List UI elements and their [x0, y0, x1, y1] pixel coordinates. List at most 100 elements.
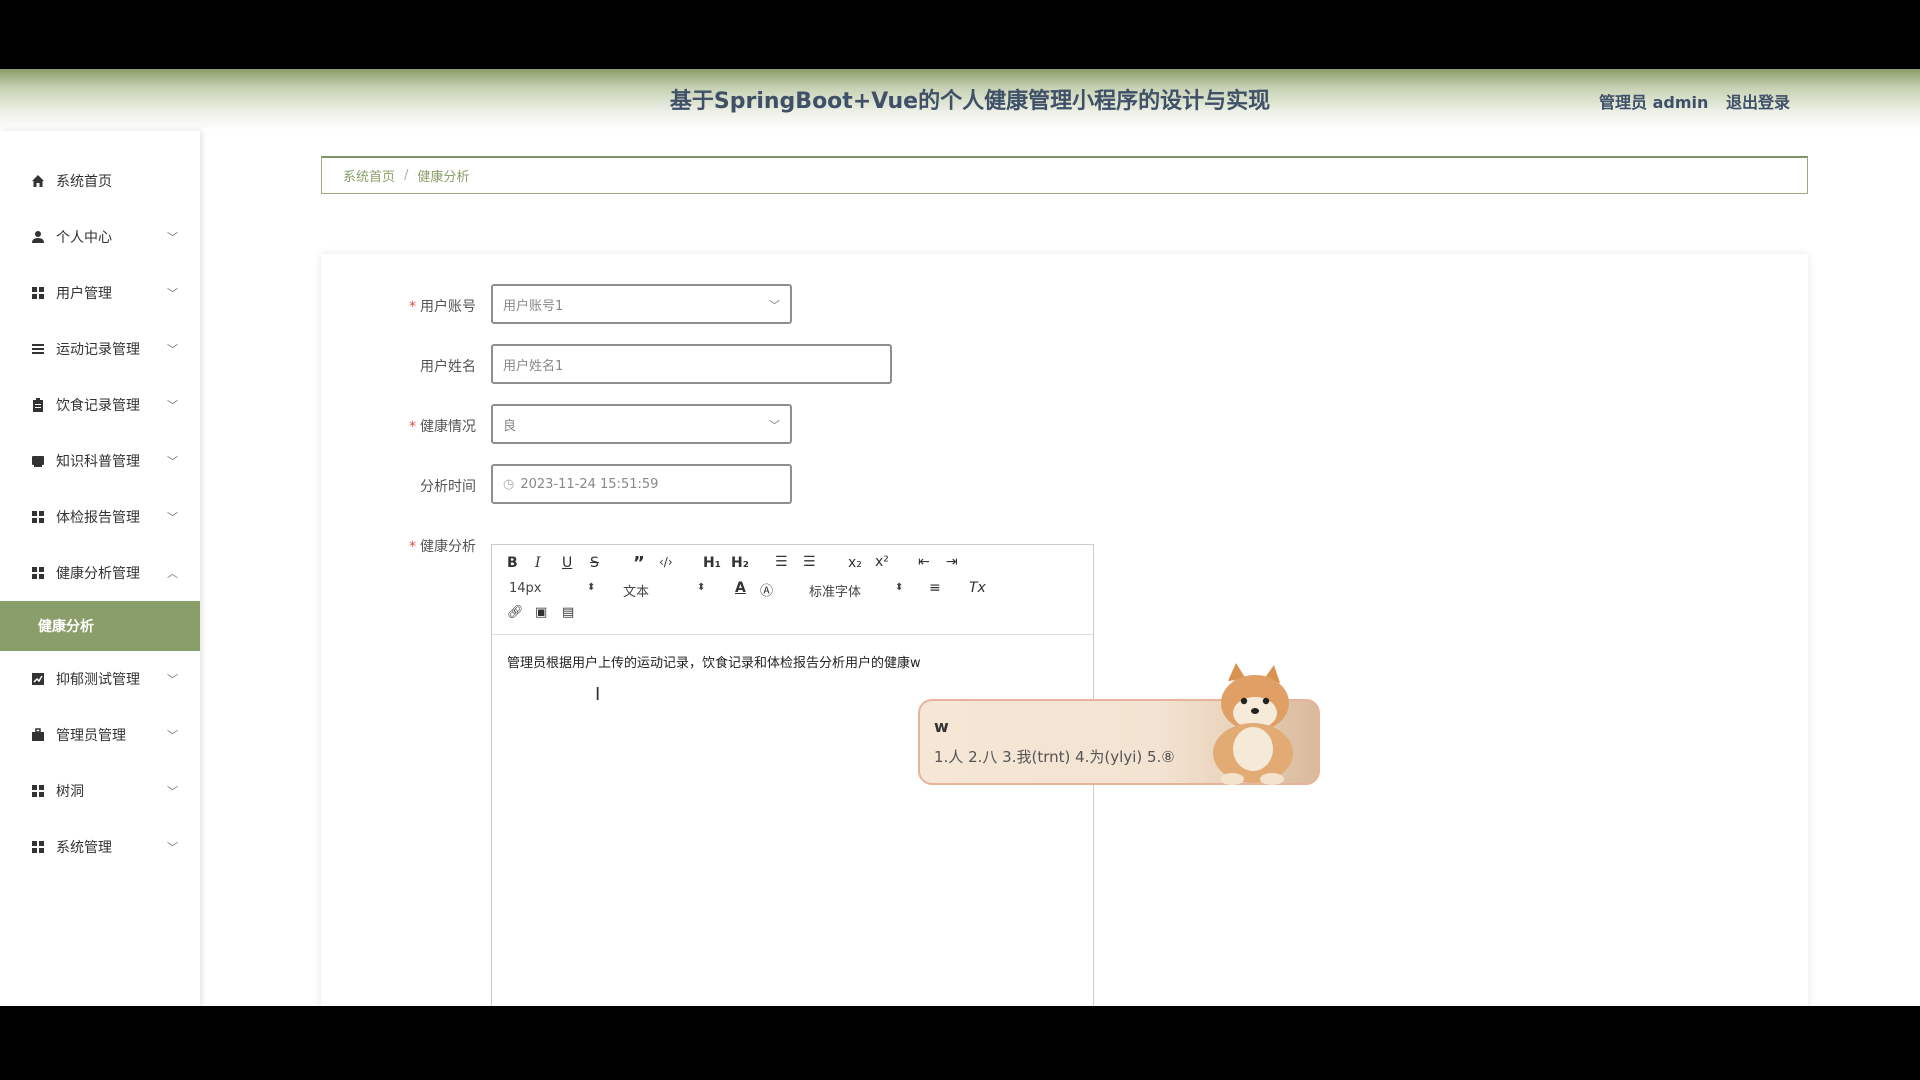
- book-icon: [30, 453, 46, 469]
- strikethrough-icon[interactable]: S: [590, 555, 599, 571]
- sidebar-item-label: 饮食记录管理: [56, 398, 140, 414]
- sidebar-item-system[interactable]: 系统管理 ﹀: [0, 819, 200, 875]
- chevron-down-icon: ﹀: [769, 419, 780, 432]
- sidebar-item-home[interactable]: 系统首页: [0, 153, 200, 209]
- ime-input-text: w: [934, 717, 949, 736]
- grid-icon: [30, 509, 46, 525]
- sidebar-item-label: 健康分析管理: [56, 566, 140, 582]
- breadcrumb-home[interactable]: 系统首页: [343, 166, 395, 185]
- breadcrumb: 系统首页 / 健康分析: [321, 156, 1808, 194]
- sidebar-item-label: 抑郁测试管理: [56, 672, 140, 688]
- outdent-icon[interactable]: ⇤: [918, 554, 930, 570]
- chevron-down-icon: ﹀: [167, 231, 178, 244]
- sidebar-subitem-health-analysis[interactable]: 健康分析: [0, 601, 200, 651]
- sidebar-item-label: 系统首页: [56, 174, 112, 190]
- editor-toolbar: B I U S ” ‹/› H₁ H₂ ☰ ☰ x₂ x² ⇤ ⇥ 14px ⬍ …: [492, 545, 1093, 635]
- chevron-down-icon: ﹀: [769, 299, 780, 312]
- name-label: 用户姓名: [420, 359, 476, 375]
- list-icon: [30, 341, 46, 357]
- chevron-down-icon: ﹀: [167, 673, 178, 686]
- blockquote-icon[interactable]: ”: [633, 553, 645, 574]
- clear-format-icon[interactable]: Tx: [969, 580, 986, 596]
- bullet-list-icon[interactable]: ☰: [803, 554, 816, 570]
- ordered-list-icon[interactable]: ☰: [775, 554, 788, 570]
- chevron-down-icon: ﹀: [167, 729, 178, 742]
- briefcase-icon: [30, 727, 46, 743]
- font-color-icon[interactable]: A: [735, 580, 746, 596]
- sidebar-item-label: 体检报告管理: [56, 510, 140, 526]
- breadcrumb-separator: /: [404, 168, 409, 183]
- code-icon[interactable]: ‹/›: [659, 555, 673, 569]
- health-select[interactable]: 良 ﹀: [491, 404, 792, 444]
- sidebar-item-admins[interactable]: 管理员管理 ﹀: [0, 707, 200, 763]
- sidebar-item-label: 运动记录管理: [56, 342, 140, 358]
- image-icon[interactable]: ▣: [535, 605, 547, 620]
- chevron-up-icon: ︿: [167, 567, 178, 580]
- name-input[interactable]: 用户姓名1: [491, 344, 892, 384]
- analysis-label: * 健康分析: [409, 539, 476, 555]
- sidebar-item-exercise[interactable]: 运动记录管理 ﹀: [0, 321, 200, 377]
- clock-icon: ◷: [503, 476, 515, 492]
- indent-icon[interactable]: ⇥: [946, 554, 958, 570]
- chevron-down-icon: ﹀: [167, 399, 178, 412]
- chevron-down-icon: ﹀: [167, 511, 178, 524]
- sidebar-item-label: 树洞: [56, 784, 84, 800]
- user-icon: [30, 229, 46, 245]
- home-icon: [30, 173, 46, 189]
- sidebar-item-health-analysis[interactable]: 健康分析管理 ︿: [0, 545, 200, 601]
- bold-icon[interactable]: B: [507, 555, 518, 571]
- video-icon[interactable]: ▤: [562, 605, 574, 620]
- background-color-icon[interactable]: Ⓐ: [760, 580, 773, 599]
- text-cursor-icon: I: [595, 684, 601, 705]
- sidebar-item-knowledge[interactable]: 知识科普管理 ﹀: [0, 433, 200, 489]
- form-card: * 用户账号 用户账号1 ﹀ 用户姓名 用户姓名1 * 健康情况 良 ﹀ 分析时间 …: [321, 254, 1808, 1006]
- underline-icon[interactable]: U: [562, 555, 572, 571]
- superscript-icon[interactable]: x²: [875, 554, 889, 570]
- italic-icon[interactable]: I: [535, 555, 541, 571]
- ime-candidate-window: w 1.人 2.八 3.我(trnt) 4.为(ylyi) 5.⑧: [918, 663, 1320, 785]
- chart-icon: [30, 671, 46, 687]
- sidebar-item-label: 管理员管理: [56, 728, 126, 744]
- header-select[interactable]: 文本 ⬍: [623, 581, 705, 600]
- account-label: * 用户账号: [409, 299, 476, 315]
- grid-icon: [30, 783, 46, 799]
- health-label: * 健康情况: [409, 419, 476, 435]
- grid-icon: [30, 839, 46, 855]
- align-icon[interactable]: ≡: [929, 580, 941, 596]
- top-bar: 基于SpringBoot+Vue的个人健康管理小程序的设计与实现 管理员 adm…: [0, 69, 1920, 131]
- sidebar-item-checkup[interactable]: 体检报告管理 ﹀: [0, 489, 200, 545]
- sidebar-item-profile[interactable]: 个人中心 ﹀: [0, 209, 200, 265]
- breadcrumb-current: 健康分析: [417, 170, 470, 185]
- account-select[interactable]: 用户账号1 ﹀: [491, 284, 792, 324]
- font-family-select[interactable]: 标准字体 ⬍: [809, 581, 903, 600]
- logout-link[interactable]: 退出登录: [1726, 93, 1790, 112]
- sidebar-item-users[interactable]: 用户管理 ﹀: [0, 265, 200, 321]
- sidebar-item-depression-test[interactable]: 抑郁测试管理 ﹀: [0, 651, 200, 707]
- subscript-icon[interactable]: x₂: [848, 555, 862, 571]
- user-area: 管理员 admin 退出登录: [1599, 89, 1790, 113]
- sidebar-item-treehole[interactable]: 树洞 ﹀: [0, 763, 200, 819]
- heading2-icon[interactable]: H₂: [731, 555, 749, 571]
- ime-candidates[interactable]: 1.人 2.八 3.我(trnt) 4.为(ylyi) 5.⑧: [934, 746, 1175, 767]
- updown-icon: ⬍: [895, 582, 904, 593]
- time-picker[interactable]: ◷ 2023-11-24 15:51:59: [491, 464, 792, 504]
- sidebar: 系统首页 个人中心 ﹀ 用户管理 ﹀ 运动记录管理 ﹀ 饮食记录管理 ﹀ 知识科…: [0, 131, 200, 1006]
- font-size-select[interactable]: 14px ⬍: [509, 581, 595, 596]
- grid-icon: [30, 285, 46, 301]
- sidebar-item-label: 知识科普管理: [56, 454, 140, 470]
- shiba-dog-icon: [1213, 663, 1293, 785]
- sidebar-item-diet[interactable]: 饮食记录管理 ﹀: [0, 377, 200, 433]
- grid-icon: [30, 565, 46, 581]
- sidebar-item-label: 用户管理: [56, 286, 112, 302]
- clipboard-icon: [30, 397, 46, 413]
- sidebar-item-label: 系统管理: [56, 840, 112, 856]
- chevron-down-icon: ﹀: [167, 785, 178, 798]
- link-icon[interactable]: 🔗︎: [507, 605, 524, 620]
- editor-content[interactable]: 管理员根据用户上传的运动记录，饮食记录和体检报告分析用户的健康w: [507, 652, 921, 671]
- heading1-icon[interactable]: H₁: [703, 555, 721, 571]
- app-screen: 基于SpringBoot+Vue的个人健康管理小程序的设计与实现 管理员 adm…: [0, 69, 1920, 1006]
- chevron-down-icon: ﹀: [167, 841, 178, 854]
- current-user: 管理员 admin: [1599, 93, 1709, 112]
- time-label: 分析时间: [420, 479, 476, 495]
- chevron-down-icon: ﹀: [167, 343, 178, 356]
